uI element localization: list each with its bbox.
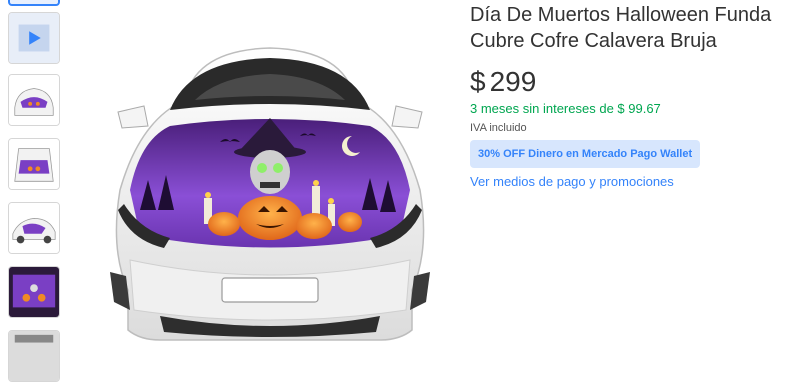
product-price: $299 — [470, 66, 536, 98]
thumbnail-car-front[interactable] — [8, 74, 60, 126]
thumbnail-hood-closeup[interactable] — [8, 266, 60, 318]
main-product-image[interactable] — [100, 40, 440, 342]
car-hood-thumbnail-image — [9, 139, 59, 189]
price-amount: 299 — [489, 66, 537, 97]
installments-text: 3 meses sin intereses de $ 99.67 — [470, 101, 661, 116]
tax-note: IVA incluido — [470, 122, 527, 134]
video-thumbnail-image — [9, 13, 59, 63]
price-currency: $ — [470, 66, 486, 97]
promo-badge: 30% OFF Dinero en Mercado Pago Wallet — [470, 140, 701, 168]
thumbnail-gallery — [0, 0, 70, 382]
car-partial-thumbnail-image — [9, 331, 59, 381]
car-front-thumbnail-image — [9, 75, 59, 125]
car-hood-cover-illustration — [110, 47, 430, 341]
thumbnail-car-side[interactable] — [8, 202, 60, 254]
car-side-thumbnail-image — [9, 203, 59, 253]
thumbnail-car-hood[interactable] — [8, 138, 60, 190]
thumbnail-selected-tab[interactable] — [8, 0, 60, 6]
hood-closeup-thumbnail-image — [9, 267, 59, 317]
product-title: Día De Muertos Halloween Funda Cubre Cof… — [470, 4, 772, 52]
thumbnail-video[interactable] — [8, 12, 60, 64]
thumbnail-car-partial[interactable] — [8, 330, 60, 382]
payment-methods-link[interactable]: Ver medios de pago y promociones — [470, 174, 674, 189]
